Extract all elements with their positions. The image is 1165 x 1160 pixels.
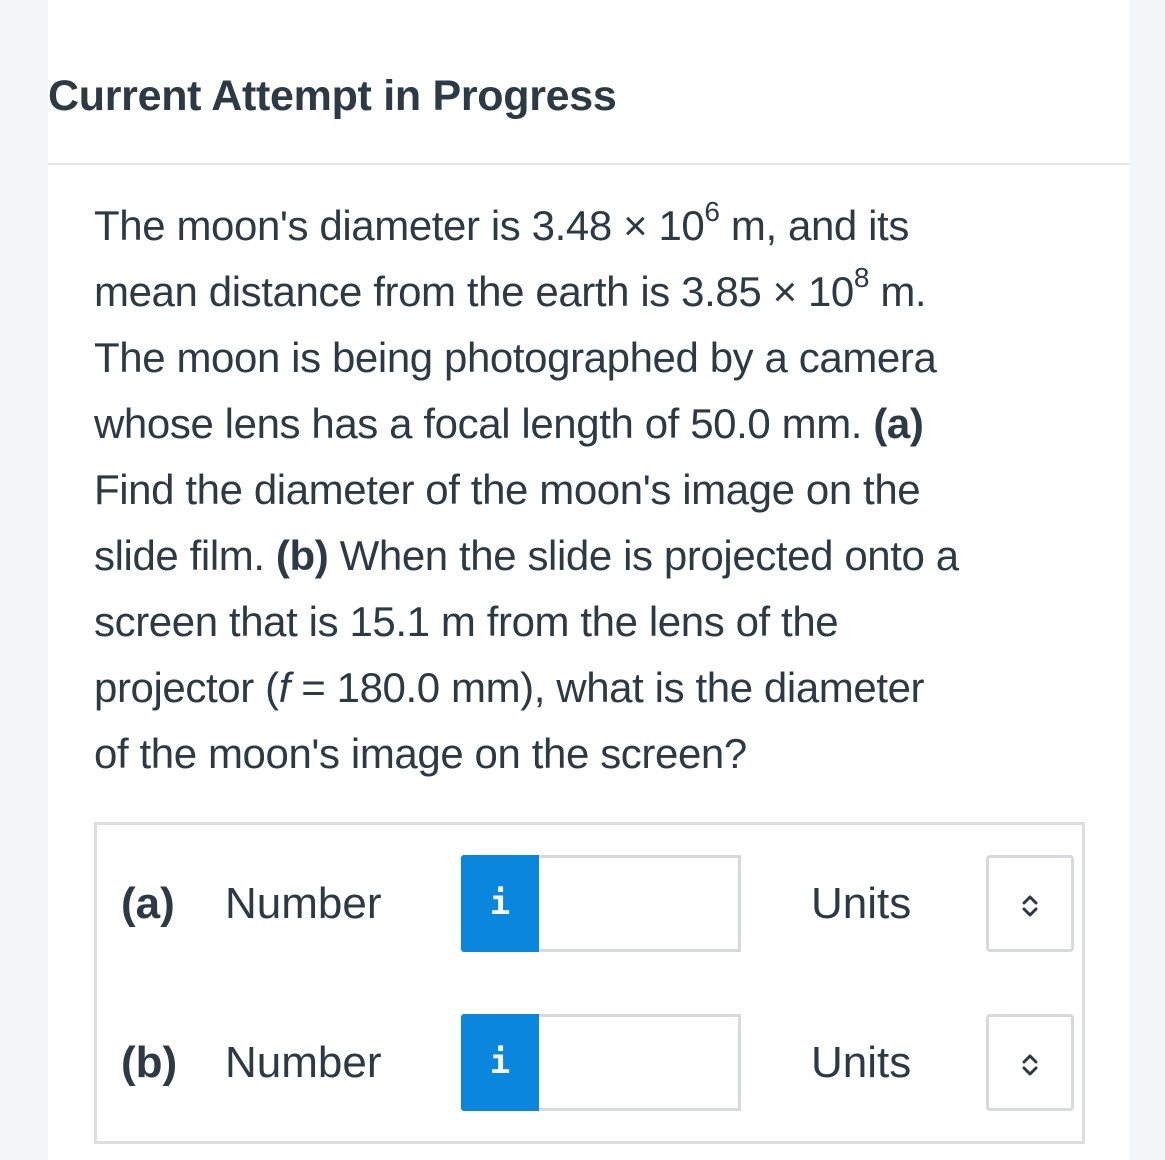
number-input-a[interactable]: [539, 855, 741, 952]
question-card: Current Attempt in Progress The moon's d…: [48, 0, 1130, 1160]
page-title: Current Attempt in Progress: [48, 72, 617, 120]
question-line: The moon's diameter is 3.48 × 106 m, and…: [94, 193, 1094, 259]
exponent: 8: [853, 262, 870, 293]
question-line: The moon is being photographed by a came…: [94, 334, 937, 381]
exponent: 6: [704, 196, 720, 227]
units-label: Units: [811, 1038, 912, 1087]
question-line: projector (f = 180.0 mm), what is the di…: [94, 655, 1094, 721]
question-text-segment: whose lens has a focal length of 50.0 mm…: [94, 400, 874, 447]
question-text-segment: The moon's diameter is 3.48 × 10: [94, 202, 705, 249]
answer-box: (a) Number i Units (b) Number i Units: [94, 822, 1085, 1144]
question-line: mean distance from the earth is 3.85 × 1…: [94, 259, 1094, 325]
question-line: of the moon's image on the screen?: [94, 730, 747, 777]
number-label: Number: [225, 1038, 382, 1087]
focal-symbol: f: [278, 664, 291, 711]
question-text-segment: When the slide is projected onto a: [328, 532, 960, 579]
question-line: screen that is 15.1 m from the lens of t…: [94, 598, 839, 645]
info-icon[interactable]: i: [461, 1014, 539, 1111]
question-line: Find the diameter of the moon's image on…: [94, 466, 921, 513]
question-text-segment: m, and its: [719, 202, 909, 249]
number-label: Number: [225, 879, 382, 928]
question-text-segment: projector (: [94, 664, 279, 711]
header: Current Attempt in Progress: [48, 0, 1130, 165]
chevron-updown-icon: [1022, 895, 1038, 917]
question-line: whose lens has a focal length of 50.0 mm…: [94, 391, 1094, 457]
answer-row-a: (a) Number i Units: [97, 855, 1082, 955]
info-icon[interactable]: i: [461, 855, 539, 952]
question-text-segment: = 180.0 mm), what is the diameter: [289, 664, 925, 711]
units-select-b[interactable]: [986, 1014, 1074, 1111]
part-label: (a): [121, 879, 175, 928]
part-marker: (a): [873, 400, 924, 447]
part-label: (b): [121, 1038, 178, 1087]
question-text-segment: mean distance from the earth is 3.85 × 1…: [94, 268, 854, 315]
units-label: Units: [811, 879, 912, 928]
part-marker: (b): [275, 532, 329, 579]
question-text: The moon's diameter is 3.48 × 106 m, and…: [94, 193, 1094, 787]
units-select-a[interactable]: [986, 855, 1074, 952]
chevron-updown-icon: [1022, 1054, 1038, 1076]
answer-row-b: (b) Number i Units: [97, 1014, 1082, 1114]
question-text-segment: m.: [869, 268, 927, 315]
question-line: slide film. (b) When the slide is projec…: [94, 523, 1094, 589]
question-text-segment: slide film.: [94, 532, 276, 579]
number-input-b[interactable]: [539, 1014, 741, 1111]
